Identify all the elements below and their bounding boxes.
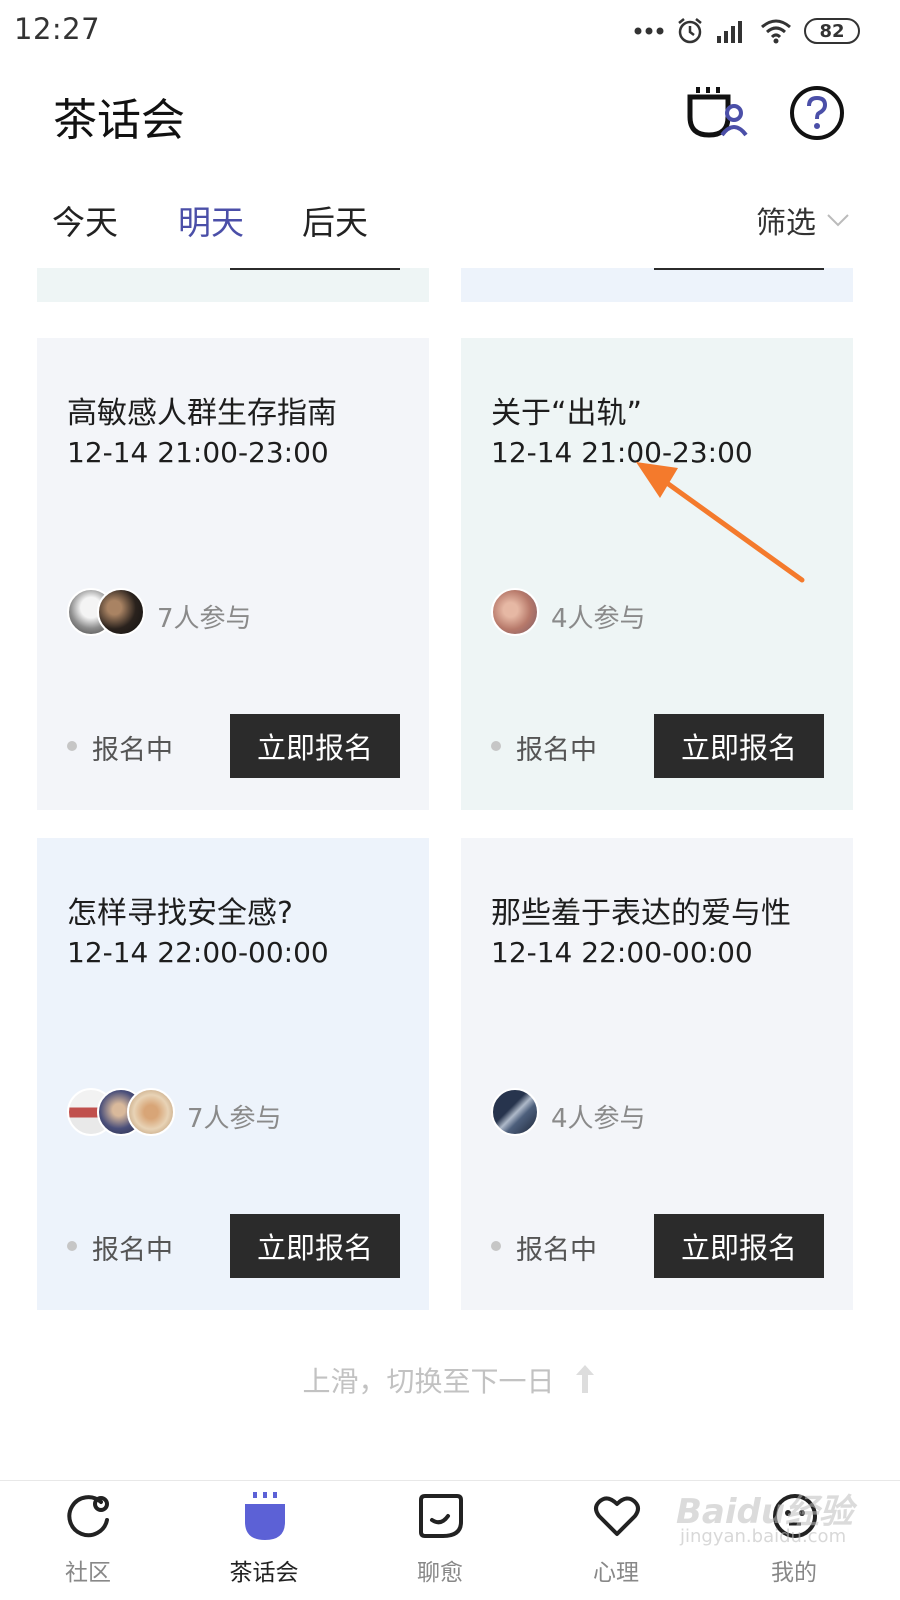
- status-dot: [67, 1241, 77, 1251]
- signup-button[interactable]: 立即报名: [654, 1214, 824, 1278]
- more-dots-icon: [634, 27, 664, 35]
- signup-button[interactable]: 立即报名: [230, 1214, 400, 1278]
- status-icons: 82: [634, 14, 860, 48]
- wifi-icon: [761, 19, 791, 44]
- page-title: 茶话会: [53, 95, 185, 146]
- event-time: 12-14 22:00-00:00: [67, 936, 329, 969]
- filter-button[interactable]: 筛选: [756, 198, 850, 242]
- participant-avatars: [67, 1088, 175, 1136]
- swipe-hint: 上滑，切换至下一日: [0, 1360, 900, 1400]
- avatar: [491, 1088, 539, 1136]
- status-bar: 12:27 82: [0, 0, 900, 64]
- community-icon: [64, 1491, 114, 1541]
- swipe-hint-label: 上滑，切换至下一日: [302, 1365, 555, 1398]
- nav-chat[interactable]: 聊愈: [380, 1481, 500, 1600]
- event-title: 那些羞于表达的爱与性: [491, 896, 791, 931]
- participant-avatars: [491, 1088, 539, 1136]
- nav-psychology[interactable]: 心理: [556, 1481, 676, 1600]
- event-card[interactable]: 怎样寻找安全感? 12-14 22:00-00:00 7人参与 报名中 立即报名: [37, 838, 429, 1310]
- nav-label: 心理: [593, 1560, 639, 1586]
- heart-icon: [592, 1491, 642, 1541]
- baidu-watermark-url: jingyan.baidu.com: [680, 1526, 847, 1547]
- alarm-icon: [678, 18, 702, 44]
- event-title: 怎样寻找安全感?: [67, 896, 293, 931]
- filter-label: 筛选: [756, 206, 816, 241]
- nav-label: 社区: [65, 1560, 111, 1586]
- event-status: 报名中: [516, 1235, 597, 1266]
- tab-tomorrow[interactable]: 明天: [178, 196, 244, 244]
- nav-community[interactable]: 社区: [28, 1481, 148, 1600]
- tab-today[interactable]: 今天: [52, 196, 118, 244]
- event-time: 12-14 22:00-00:00: [491, 936, 753, 969]
- participant-count: 4人参与: [551, 1104, 646, 1134]
- arrow-up-icon: [576, 1365, 595, 1393]
- chat-icon: [416, 1491, 466, 1541]
- participant-count: 7人参与: [187, 1104, 282, 1134]
- status-time: 12:27: [14, 12, 101, 46]
- nav-tea-party[interactable]: 茶话会: [204, 1481, 324, 1600]
- battery-indicator: 82: [804, 18, 860, 44]
- annotation-arrow: [636, 462, 805, 583]
- event-card[interactable]: 那些羞于表达的爱与性 12-14 22:00-00:00 4人参与 报名中 立即…: [461, 838, 853, 1310]
- tea-room-profile-icon[interactable]: [684, 80, 750, 146]
- event-status: 报名中: [92, 1235, 173, 1266]
- signal-icon: [717, 21, 742, 43]
- help-icon[interactable]: [784, 80, 850, 146]
- event-list[interactable]: 高敏感人群生存指南 12-14 21:00-23:00 7人参与 报名中 立即报…: [0, 268, 900, 1480]
- tab-day-after-tomorrow[interactable]: 后天: [302, 196, 368, 244]
- avatar: [127, 1088, 175, 1136]
- nav-label: 我的: [771, 1560, 817, 1586]
- tea-cup-icon: [240, 1491, 290, 1541]
- chevron-down-icon: [827, 214, 849, 227]
- nav-label: 聊愈: [417, 1560, 463, 1586]
- nav-label: 茶话会: [229, 1560, 299, 1586]
- status-dot: [491, 1241, 501, 1251]
